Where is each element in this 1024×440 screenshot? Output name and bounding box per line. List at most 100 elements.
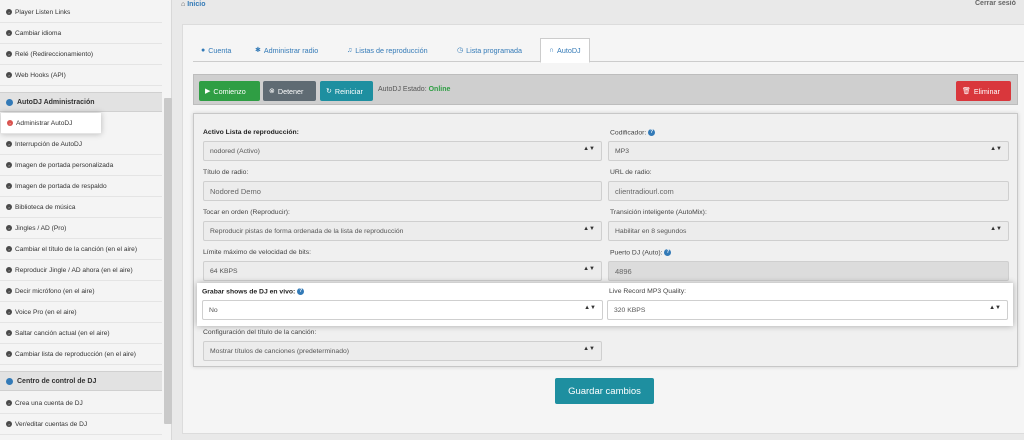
sidebar-item-music-library[interactable]: › Biblioteca de música: [0, 197, 162, 218]
sidebar-item-autodj-interrupt[interactable]: › Interrupción de AutoDJ: [0, 134, 162, 155]
sidebar-item-webhooks[interactable]: › Web Hooks (API): [0, 65, 162, 86]
sidebar-section-autodj[interactable]: AutoDJ Administración: [0, 92, 162, 112]
chevron-right-icon: ›: [6, 51, 12, 57]
autodj-status: AutoDJ Estado: Online: [378, 86, 450, 93]
sidebar-item-language[interactable]: › Cambiar idioma: [0, 23, 162, 44]
chevron-right-icon: ›: [6, 421, 12, 427]
radio-url-input[interactable]: clientradiourl.com: [608, 181, 1009, 201]
bitrate-label: Límite máximo de velocidad de bits:: [203, 249, 312, 256]
start-button[interactable]: ▶ Comienzo: [199, 81, 260, 101]
play-icon: ▶: [205, 88, 211, 95]
chevron-right-icon: ›: [6, 183, 12, 189]
dj-port-label: Puerto DJ (Auto): ?: [610, 249, 672, 257]
sidebar-item-play-jingle-now[interactable]: › Reproducir Jingle / AD ahora (en el air…: [0, 260, 162, 281]
sidebar: › Player Listen Links › Cambiar idioma › Re…: [0, 0, 172, 440]
chevron-right-icon: ›: [7, 120, 13, 126]
record-quality-select[interactable]: 320 KBPS ▲▼: [607, 300, 1008, 320]
record-quality-value: 320 KBPS: [614, 306, 646, 314]
select-arrow-icon: ▲▼: [583, 266, 595, 272]
chevron-right-icon: ›: [6, 204, 12, 210]
sidebar-item-voice-pro[interactable]: › Voice Pro (en el aire): [0, 302, 162, 323]
status-badge: Online: [428, 86, 451, 93]
tab-label: Cuenta: [208, 45, 232, 55]
codec-select-value: MP3: [615, 147, 629, 155]
save-changes-button[interactable]: Guardar cambios: [555, 378, 654, 404]
codec-label-text: Codificador:: [610, 129, 647, 137]
sidebar-item-label: Relé (Redireccionamiento): [15, 50, 94, 58]
select-arrow-icon: ▲▼: [583, 226, 595, 232]
chevron-right-icon: ›: [6, 400, 12, 406]
sidebar-item-label: Jingles / AD (Pro): [15, 224, 67, 232]
record-shows-select[interactable]: No ▲▼: [202, 300, 603, 320]
sidebar-scrollbar[interactable]: [164, 98, 172, 424]
sidebar-item-label: Cambiar lista de reproducción (en el air…: [15, 350, 136, 358]
sidebar-item-label: Web Hooks (API): [15, 71, 66, 79]
gear-icon: ✱: [255, 47, 261, 54]
song-title-config-label: Configuración del título de la canción:: [203, 329, 317, 336]
breadcrumb-home[interactable]: ⌂ Inicio: [181, 1, 205, 8]
bitrate-value: 64 KBPS: [210, 267, 238, 275]
codec-select[interactable]: MP3 ▲▼: [608, 141, 1009, 161]
sidebar-item-jingles[interactable]: › Jingles / AD (Pro): [0, 218, 162, 239]
record-quality-label: Live Record MP3 Quality:: [609, 288, 687, 295]
sidebar-item-backup-cover[interactable]: › Imagen de portada de respaldo: [0, 176, 162, 197]
chevron-right-icon: ›: [6, 246, 12, 252]
sidebar-item-say-microphone[interactable]: › Decir micrófono (en el aire): [0, 281, 162, 302]
song-title-config-select[interactable]: Mostrar títulos de canciones (predetermi…: [203, 341, 602, 361]
sidebar-item-edit-dj[interactable]: › Ver/editar cuentas de DJ: [0, 414, 162, 435]
chevron-right-icon: ›: [6, 330, 12, 336]
help-icon[interactable]: ?: [664, 249, 672, 256]
select-arrow-icon: ▲▼: [584, 305, 596, 311]
tab-autodj[interactable]: ∩ AutoDJ: [540, 38, 590, 63]
tab-scheduled-list[interactable]: ◷ Lista programada: [449, 38, 530, 62]
sidebar-item-label: Reproducir Jingle / AD ahora (en el aire…: [15, 266, 133, 274]
autodj-settings-form: Activo Lista de reproducción: nodored (A…: [193, 113, 1018, 367]
dj-port-label-text: Puerto DJ (Auto):: [610, 249, 663, 257]
restart-button[interactable]: ↻ Reiniciar: [320, 81, 373, 101]
headphones-icon: ∩: [549, 47, 555, 54]
chevron-right-icon: ›: [6, 72, 12, 78]
logout-link[interactable]: Cerrar sesió: [975, 0, 1016, 7]
delete-button[interactable]: 🗑 Eliminar: [956, 81, 1011, 101]
sidebar-item-manage-autodj[interactable]: › Administrar AutoDJ: [1, 113, 101, 134]
sidebar-item-label: Decir micrófono (en el aire): [15, 287, 95, 295]
sidebar-item-relay[interactable]: › Relé (Redireccionamiento): [0, 44, 162, 65]
tab-account[interactable]: ● Cuenta: [193, 38, 239, 62]
radio-url-label: URL de radio:: [610, 169, 652, 176]
codec-label: Codificador: ?: [610, 129, 656, 137]
stop-button[interactable]: ⊗ Detener: [263, 81, 316, 101]
sidebar-item-create-dj[interactable]: › Crea una cuenta de DJ: [0, 393, 162, 414]
chevron-right-icon: ›: [6, 267, 12, 273]
select-arrow-icon: ▲▼: [990, 146, 1002, 152]
chevron-right-icon: ›: [6, 9, 12, 15]
status-label: AutoDJ Estado:: [378, 86, 427, 93]
transition-select[interactable]: Habilitar en 8 segundos ▲▼: [608, 221, 1009, 241]
record-shows-label-text: Grabar shows de DJ en vivo:: [202, 288, 296, 296]
sidebar-item-label: Saltar canción actual (en el aire): [15, 329, 110, 337]
select-arrow-icon: ▲▼: [583, 346, 595, 352]
sidebar-item-change-playlist[interactable]: › Cambiar lista de reproducción (en el ai…: [0, 344, 162, 365]
music-icon: ♫: [347, 46, 353, 54]
sidebar-item-label: Ver/editar cuentas de DJ: [15, 420, 88, 428]
playlist-select[interactable]: nodored (Activo) ▲▼: [203, 141, 602, 161]
play-order-select[interactable]: Reproducir pistas de forma ordenada de l…: [203, 221, 602, 241]
help-icon[interactable]: ?: [648, 129, 656, 136]
sidebar-item-custom-cover[interactable]: › Imagen de portada personalizada: [0, 155, 162, 176]
sidebar-item-change-song-title[interactable]: › Cambiar el título de la canción (en el …: [0, 239, 162, 260]
help-icon[interactable]: ?: [297, 288, 305, 295]
chevron-right-icon: ›: [6, 309, 12, 315]
tab-playlists[interactable]: ♫ Listas de reproducción: [339, 38, 436, 62]
sidebar-item-skip-song[interactable]: › Saltar canción actual (en el aire): [0, 323, 162, 344]
song-title-config-value: Mostrar títulos de canciones (predetermi…: [210, 347, 350, 355]
bitrate-select[interactable]: 64 KBPS ▲▼: [203, 261, 602, 281]
tab-manage-radio[interactable]: ✱ Administrar radio: [247, 38, 326, 62]
radio-title-value: Nodored Demo: [210, 186, 261, 196]
sidebar-section-label: AutoDJ Administración: [17, 98, 95, 106]
sidebar-item-label: Voice Pro (en el aire): [15, 308, 77, 316]
sidebar-item-player-listen-links[interactable]: › Player Listen Links: [0, 2, 162, 23]
refresh-icon: ↻: [326, 88, 332, 95]
sidebar-item-label: Cambiar el título de la canción (en el a…: [15, 245, 138, 253]
radio-title-input[interactable]: Nodored Demo: [203, 181, 602, 201]
sidebar-section-dj[interactable]: Centro de control de DJ: [0, 371, 162, 391]
chevron-right-icon: ›: [6, 30, 12, 36]
